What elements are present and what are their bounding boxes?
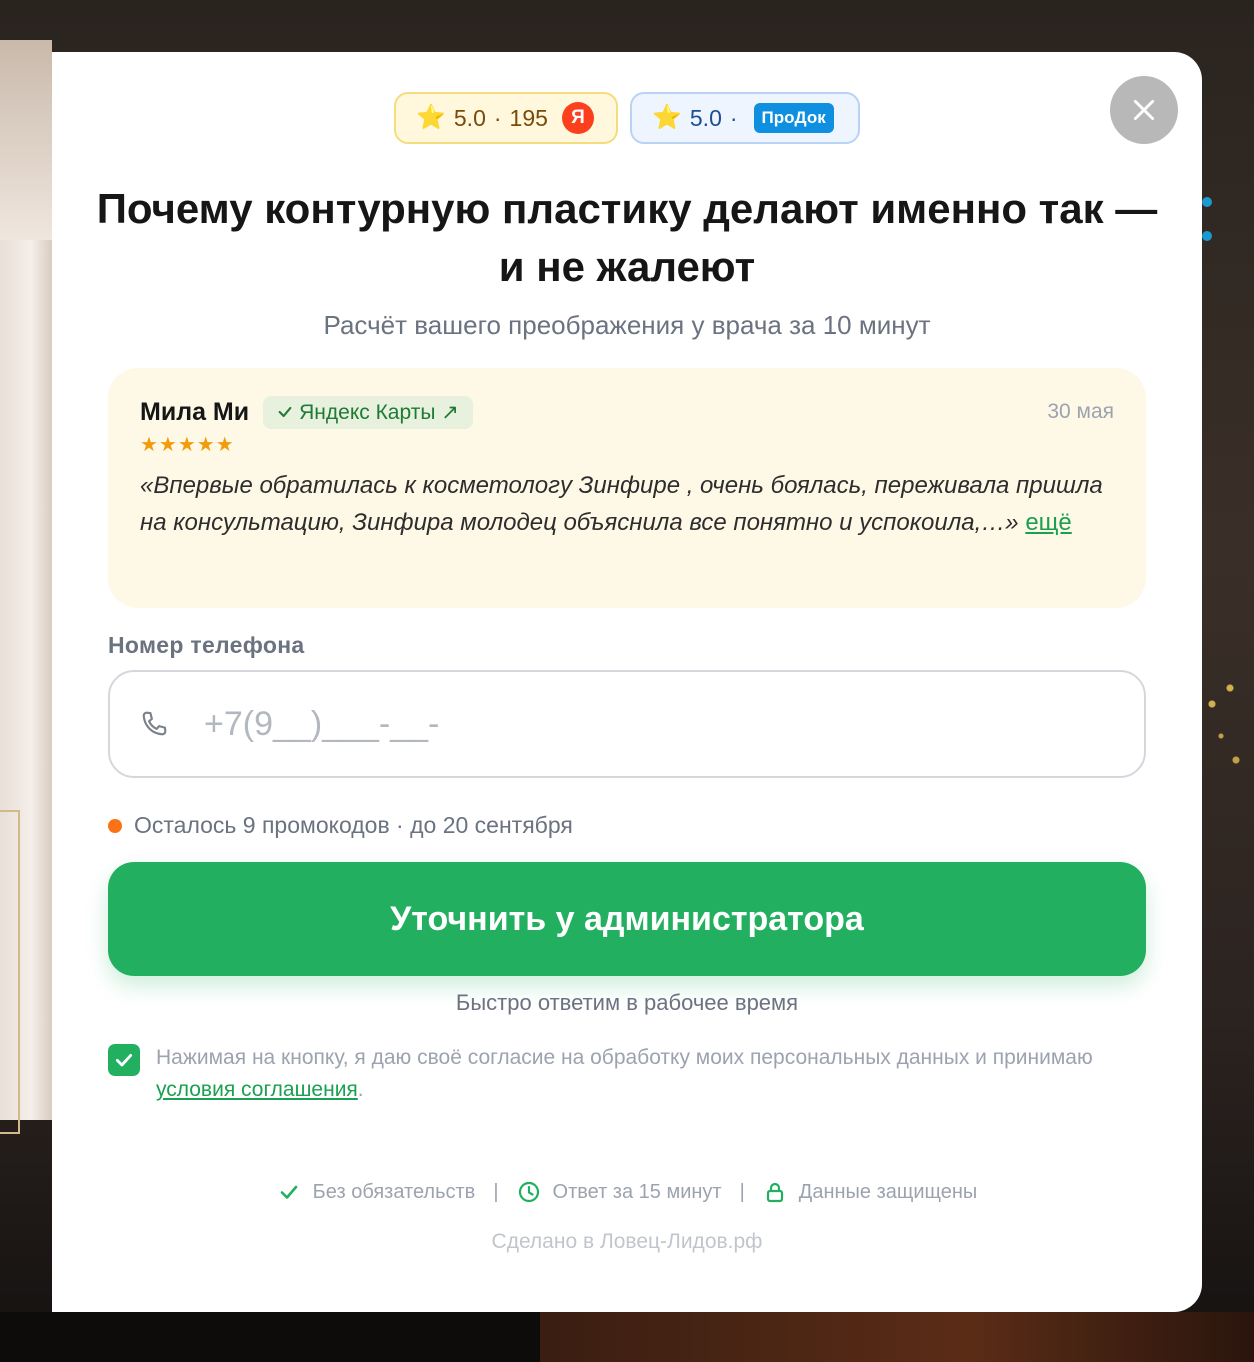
background-bottom-bar xyxy=(0,1312,1254,1362)
review-author: Мила Ми xyxy=(140,397,250,426)
background-dots xyxy=(1200,195,1216,245)
review-source-tag[interactable]: Яндекс Карты ↗ xyxy=(263,395,473,429)
review-date: 30 мая xyxy=(1047,400,1114,423)
trust-no-obligation: Без обязательств xyxy=(277,1180,475,1204)
lock-icon xyxy=(766,1182,783,1203)
consent-block: Нажимая на кнопку, я даю своё согласие н… xyxy=(108,1042,1148,1106)
background-glitter xyxy=(1194,640,1254,800)
yandex-logo-icon: Я xyxy=(561,102,594,134)
yandex-rating-value: 5.0 xyxy=(453,104,486,131)
promo-dot-icon xyxy=(108,818,122,833)
check-icon xyxy=(278,406,292,418)
clock-icon xyxy=(518,1181,539,1203)
response-time-note: Быстро ответим в рабочее время xyxy=(455,990,799,1015)
background-left-panel xyxy=(0,40,52,1134)
prodoctorov-rating-value: 5.0 xyxy=(689,104,722,131)
check-icon xyxy=(280,1185,297,1199)
star-icon: ⭐ xyxy=(416,104,446,131)
prodoctorov-rating-badge[interactable]: ⭐ 5.0 · ПроДок xyxy=(630,92,860,144)
modal-title: Почему контурную пластику делают именно … xyxy=(96,185,1158,290)
checkmark-icon xyxy=(115,1054,133,1067)
review-stars: ★★★★★ xyxy=(140,434,235,456)
trust-response-time: Ответ за 15 минут xyxy=(517,1180,722,1204)
promo-notice: Осталось 9 промокодов · до 20 сентября xyxy=(108,812,573,839)
phone-icon xyxy=(142,711,167,736)
phone-label: Номер телефона xyxy=(108,632,305,658)
rating-badges: ⭐ 5.0 · 195 Я ⭐ 5.0 · ПроДок xyxy=(52,92,1202,144)
review-card: Мила Ми Яндекс Карты ↗ 30 мая ★★★★★ «Впе… xyxy=(108,368,1146,608)
consent-text: Нажимая на кнопку, я даю своё согласие н… xyxy=(156,1046,1093,1101)
trust-data-protected: Данные защищены xyxy=(763,1180,977,1204)
yandex-rating-badge[interactable]: ⭐ 5.0 · 195 Я xyxy=(394,92,618,144)
review-more-link[interactable]: ещё xyxy=(1025,509,1071,536)
trust-row: Без обязательств | Ответ за 15 минут | Д… xyxy=(52,1180,1202,1204)
review-text: «Впервые обратилась к косметологу Зинфир… xyxy=(140,472,1103,536)
lead-form-modal: ⭐ 5.0 · 195 Я ⭐ 5.0 · ПроДок Почему конт… xyxy=(52,52,1202,1312)
phone-field[interactable] xyxy=(108,670,1146,778)
submit-button[interactable]: Уточнить у администратора xyxy=(108,862,1146,976)
yandex-review-count: 195 xyxy=(509,104,548,131)
star-icon: ⭐ xyxy=(652,104,682,131)
modal-subtitle: Расчёт вашего преображения у врача за 10… xyxy=(323,310,931,340)
agreement-link[interactable]: условия соглашения xyxy=(156,1078,358,1101)
made-by-credit[interactable]: Сделано в Ловец-Лидов.рф xyxy=(52,1230,1202,1254)
phone-input[interactable] xyxy=(202,703,1106,745)
consent-checkbox[interactable] xyxy=(108,1044,140,1076)
prodoctorov-logo: ПроДок xyxy=(753,103,834,133)
